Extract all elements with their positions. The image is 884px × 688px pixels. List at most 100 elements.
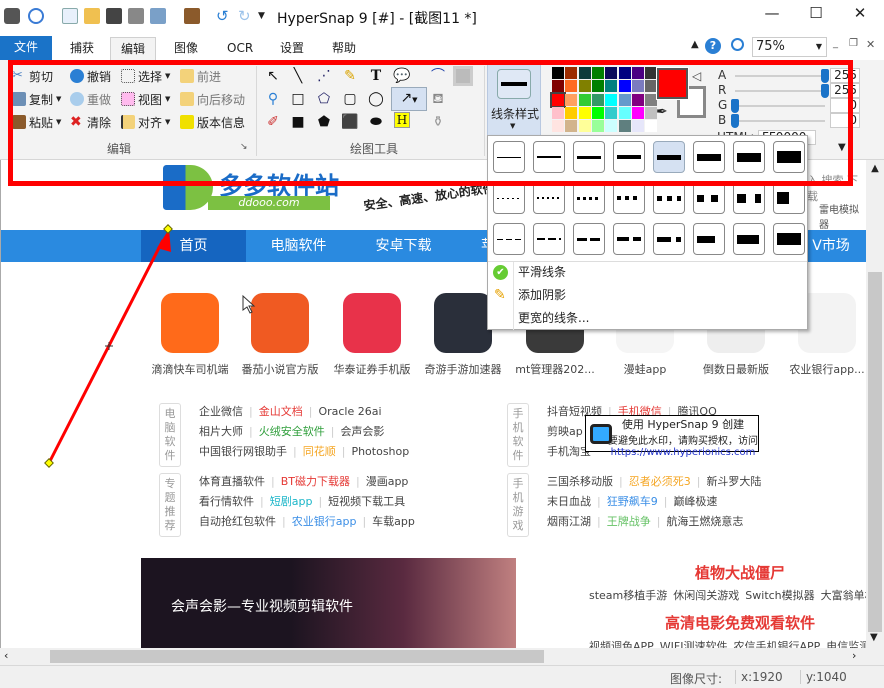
scroll-up-icon[interactable]: ▲ xyxy=(866,163,884,174)
line-style-swatch[interactable] xyxy=(493,182,525,214)
customize-icon[interactable]: ▼ xyxy=(258,8,274,24)
palette-color[interactable] xyxy=(618,106,631,119)
scroll-right-icon[interactable]: › xyxy=(852,649,856,662)
filled-rect-tool-icon[interactable]: ■ xyxy=(288,112,308,132)
slider-track-b[interactable] xyxy=(735,120,825,122)
horizontal-scroll-thumb[interactable] xyxy=(50,650,544,663)
palette-color[interactable] xyxy=(618,120,631,133)
line-style-swatch[interactable] xyxy=(533,141,565,173)
vertical-scrollbar[interactable]: ▲ ▼ xyxy=(866,160,884,648)
tab-settings[interactable]: 设置 xyxy=(270,37,314,60)
tab-image[interactable]: 图像 xyxy=(164,37,208,60)
palette-color[interactable] xyxy=(591,106,604,119)
palette-color[interactable] xyxy=(565,80,578,93)
line-style-swatch[interactable] xyxy=(733,223,765,255)
print-icon[interactable] xyxy=(128,8,144,24)
line-style-swatch[interactable] xyxy=(653,141,685,173)
line-style-swatch[interactable] xyxy=(653,182,685,214)
zoom-icon[interactable] xyxy=(731,38,744,51)
palette-color[interactable] xyxy=(578,120,591,133)
slider-track-a[interactable] xyxy=(735,75,825,77)
palette-color[interactable] xyxy=(631,106,644,119)
redo-button[interactable]: 重做 xyxy=(70,89,111,109)
palette-color[interactable] xyxy=(591,120,604,133)
arrow-end-handle[interactable] xyxy=(163,224,173,234)
paste-icon[interactable] xyxy=(184,8,200,24)
palette-color[interactable] xyxy=(565,93,578,106)
palette-color[interactable] xyxy=(618,80,631,93)
line-style-swatch[interactable] xyxy=(533,223,565,255)
palette-color[interactable] xyxy=(645,67,658,79)
line-style-swatch[interactable] xyxy=(773,141,805,173)
close-button[interactable]: ✕ xyxy=(840,4,880,26)
zoom-icon[interactable] xyxy=(28,8,44,24)
line-style-swatch[interactable] xyxy=(533,182,565,214)
swap-colors-icon[interactable]: ◁ xyxy=(692,69,701,83)
palette-color[interactable] xyxy=(565,67,578,79)
slider-thumb-g[interactable] xyxy=(731,99,739,113)
callout-tool-icon[interactable]: 💬 xyxy=(392,66,412,86)
foreground-color-swatch[interactable] xyxy=(656,67,689,100)
ribbon-expand-icon[interactable]: ▼ xyxy=(838,142,846,153)
rectangle-tool-icon[interactable]: □ xyxy=(288,89,308,109)
palette-color[interactable] xyxy=(578,106,591,119)
scroll-left-icon[interactable]: ‹ xyxy=(4,649,8,662)
palette-color[interactable] xyxy=(631,120,644,133)
palette-color[interactable] xyxy=(578,93,591,106)
eraser-tool-icon[interactable]: ✐ xyxy=(263,112,283,132)
zoom-combo[interactable]: 75% ▼ xyxy=(752,37,827,57)
window-icon[interactable] xyxy=(150,8,166,24)
tab-help[interactable]: 帮助 xyxy=(322,37,366,60)
palette-color[interactable] xyxy=(565,120,578,133)
filled-ellipse-tool-icon[interactable]: ⬬ xyxy=(366,112,386,132)
scroll-down-icon[interactable]: ▼ xyxy=(870,632,878,643)
palette-color[interactable] xyxy=(618,67,631,79)
pencil-tool-icon[interactable]: ✎ xyxy=(340,66,360,86)
palette-color[interactable] xyxy=(605,80,618,93)
help-icon[interactable]: ? xyxy=(705,38,721,54)
horizontal-scrollbar[interactable]: ‹ › xyxy=(0,648,884,665)
arrow-line[interactable] xyxy=(47,239,165,464)
ellipse-tool-icon[interactable]: ◯ xyxy=(366,89,386,109)
arrow-tool-icon[interactable]: ↗▼ xyxy=(391,87,427,111)
filled-polygon-tool-icon[interactable]: ⬟ xyxy=(314,112,334,132)
palette-color[interactable] xyxy=(552,67,564,79)
tab-edit[interactable]: 编辑 xyxy=(110,37,157,60)
fill-tool-icon[interactable]: ⛾ xyxy=(428,89,448,109)
line-style-swatch[interactable] xyxy=(573,141,605,173)
select-button[interactable]: 选择 ▼ xyxy=(121,66,170,86)
slider-thumb-r[interactable] xyxy=(821,84,829,98)
palette-color[interactable] xyxy=(591,67,604,79)
palette-color[interactable] xyxy=(605,120,618,133)
palette-color[interactable] xyxy=(631,67,644,79)
slider-value-a[interactable]: 255 xyxy=(830,68,860,83)
palette-color[interactable] xyxy=(618,93,631,106)
line-style-swatch[interactable] xyxy=(493,223,525,255)
slider-value-g[interactable]: 0 xyxy=(830,98,860,113)
palette-color[interactable] xyxy=(605,93,618,106)
new-icon[interactable] xyxy=(62,8,78,24)
slider-value-r[interactable]: 255 xyxy=(830,83,860,98)
line-style-swatch[interactable] xyxy=(693,223,725,255)
line-style-swatch[interactable] xyxy=(573,182,605,214)
palette-color[interactable] xyxy=(552,106,564,119)
align-button[interactable]: 对齐 ▼ xyxy=(121,112,170,132)
forward-button[interactable]: 前进 xyxy=(180,66,221,86)
menu-item-wider-lines[interactable]: 更宽的线条... xyxy=(488,307,807,330)
slider-track-r[interactable] xyxy=(735,90,825,92)
doc-minimize-button[interactable]: _ xyxy=(833,38,847,54)
line-style-swatch[interactable] xyxy=(613,223,645,255)
view-button[interactable]: 视图 ▼ xyxy=(121,89,170,109)
palette-color[interactable] xyxy=(645,80,658,93)
tab-file[interactable]: 文件 xyxy=(0,36,52,60)
send-backward-button[interactable]: 向后移动 xyxy=(180,89,245,109)
line-style-swatch[interactable] xyxy=(493,141,525,173)
text-tool-icon[interactable]: T xyxy=(366,66,386,86)
pointer-tool-icon[interactable]: ↖ xyxy=(263,66,283,86)
rounded-rect-tool-icon[interactable]: ▢ xyxy=(340,89,360,109)
spray-tool-icon[interactable]: ⚱ xyxy=(428,112,448,132)
frame-tool-icon[interactable] xyxy=(453,66,473,86)
line-style-swatch[interactable] xyxy=(693,182,725,214)
vertical-scroll-thumb[interactable] xyxy=(868,272,882,632)
paste-button[interactable]: 粘贴 ▼ xyxy=(12,112,61,132)
